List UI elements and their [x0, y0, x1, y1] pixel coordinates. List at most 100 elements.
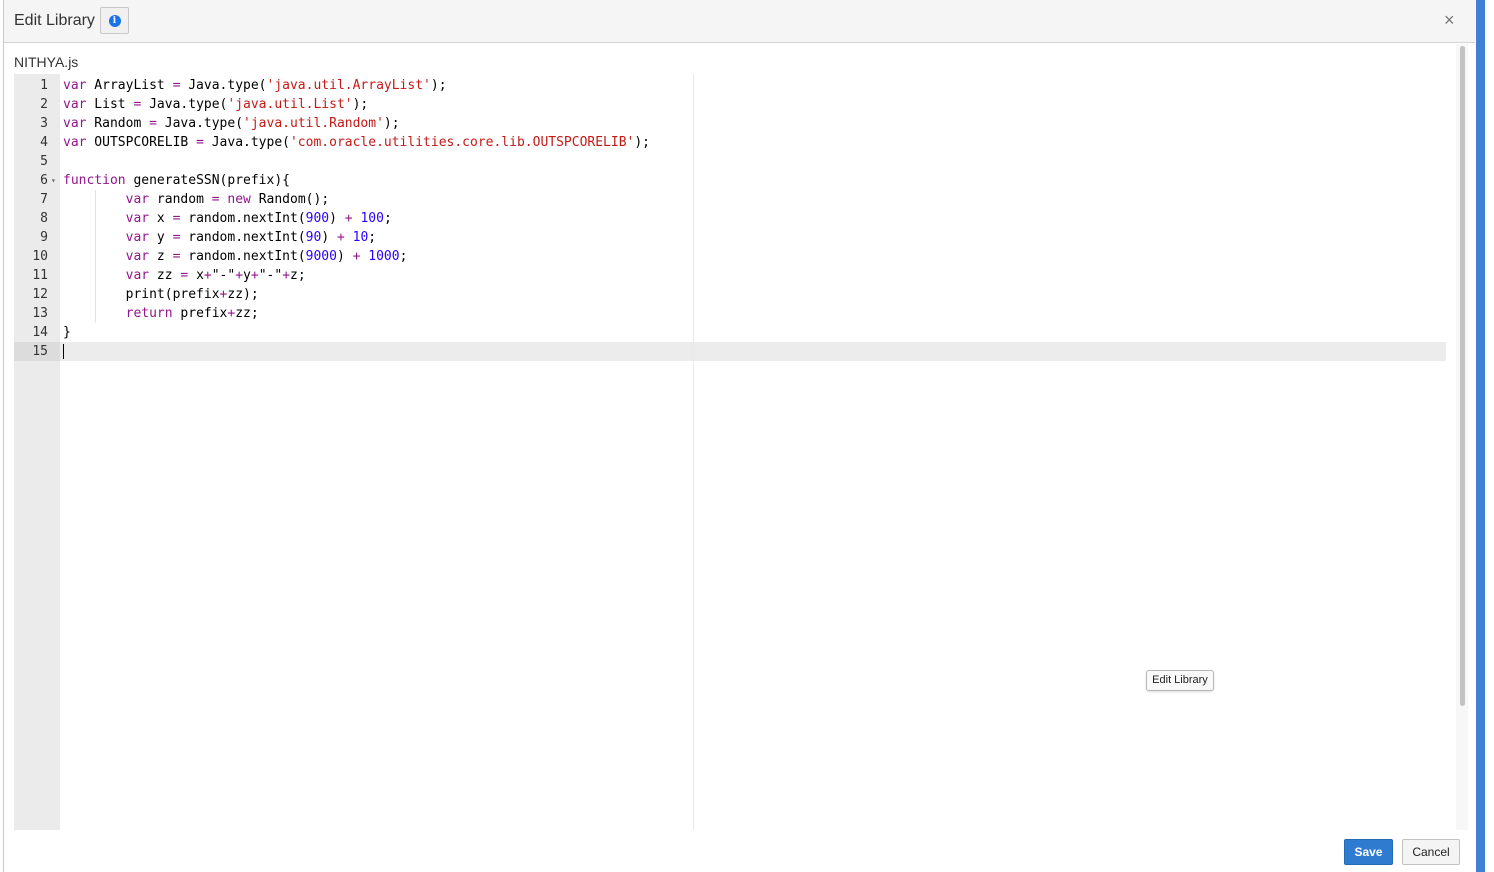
- code-token: List: [86, 97, 134, 112]
- code-line[interactable]: 3 var Random = Java.type('java.util.Rando…: [14, 114, 1446, 133]
- code-token: Java.type(: [180, 78, 267, 93]
- scrollbar-thumb[interactable]: [1460, 46, 1465, 706]
- code-token: );: [352, 97, 369, 112]
- code-token: Java.type(: [156, 116, 244, 131]
- code-line[interactable]: 4 var OUTSPCORELIB = Java.type('com.oracl…: [14, 133, 1446, 152]
- vertical-scrollbar[interactable]: [1456, 44, 1468, 830]
- line-number: 12: [32, 287, 48, 302]
- code-token: x: [149, 211, 173, 226]
- code-token: random.nextInt(: [180, 211, 306, 226]
- code-token: var: [63, 135, 87, 150]
- code-line[interactable]: 12 print(prefix+zz);: [14, 285, 1446, 304]
- code-text: var y = random.nextInt(90) + 10;: [63, 228, 376, 247]
- code-line[interactable]: 1 var ArrayList = Java.type('java.util.Ar…: [14, 76, 1446, 95]
- save-button[interactable]: Save: [1344, 839, 1393, 865]
- code-token: }: [63, 325, 71, 340]
- code-token: =: [211, 192, 220, 207]
- code-token: +: [250, 268, 259, 283]
- text-cursor: [63, 344, 64, 359]
- code-token: 'java.util.Random': [243, 116, 384, 131]
- code-line[interactable]: 8 var x = random.nextInt(900) + 100;: [14, 209, 1446, 228]
- line-number: 1: [40, 78, 48, 93]
- line-number: 2: [40, 97, 48, 112]
- code-token: Java.type(: [141, 97, 228, 112]
- code-line[interactable]: 14}: [14, 323, 1446, 342]
- line-number: 13: [32, 306, 48, 321]
- code-token: random.nextInt(: [180, 249, 306, 264]
- code-token: prefix: [172, 306, 228, 321]
- code-token: 900: [305, 211, 330, 226]
- code-token: +: [336, 230, 345, 245]
- code-token: 'com.oracle.utilities.core.lib.OUTSPCORE…: [289, 135, 635, 150]
- code-token: "-": [258, 268, 283, 283]
- code-token: print(prefix: [63, 287, 220, 302]
- code-line[interactable]: 13 return prefix+zz;: [14, 304, 1446, 323]
- edit-library-dialog: Edit Library i × NITHYA.js 1 var ArrayLis…: [3, 0, 1475, 872]
- code-text: var z = random.nextInt(9000) + 1000;: [63, 247, 408, 266]
- code-token: +: [235, 268, 244, 283]
- code-text: print(prefix+zz);: [63, 285, 259, 304]
- code-text: }: [63, 323, 71, 342]
- code-token: );: [634, 135, 651, 150]
- code-token: new: [227, 192, 251, 207]
- code-token: Java.type(: [203, 135, 290, 150]
- code-token: ): [329, 211, 345, 226]
- code-line[interactable]: 7 var random = new Random();: [14, 190, 1446, 209]
- code-token: var: [125, 211, 150, 226]
- code-token: ;: [383, 211, 392, 226]
- code-token: z: [149, 249, 173, 264]
- tooltip: Edit Library: [1146, 670, 1214, 691]
- code-editor[interactable]: 1 var ArrayList = Java.type('java.util.Ar…: [14, 74, 1446, 830]
- code-token: var: [125, 192, 150, 207]
- code-line[interactable]: 11 var zz = x+"-"+y+"-"+z;: [14, 266, 1446, 285]
- code-token: y: [149, 230, 173, 245]
- code-token: 'java.util.ArrayList': [266, 78, 431, 93]
- code-token: return: [125, 306, 173, 321]
- file-name-label: NITHYA.js: [14, 54, 79, 70]
- info-button[interactable]: i: [100, 7, 129, 34]
- code-token: =: [196, 135, 204, 150]
- line-number: 7: [40, 192, 48, 207]
- code-token: ;: [368, 230, 377, 245]
- line-number: 9: [40, 230, 48, 245]
- code-token: OUTSPCORELIB: [86, 135, 197, 150]
- code-token: );: [430, 78, 447, 93]
- code-token: y: [243, 268, 251, 283]
- code-line[interactable]: 6 ▾ function generateSSN(prefix){: [14, 171, 1446, 190]
- code-line[interactable]: 15: [14, 342, 1446, 361]
- code-token: 10: [352, 230, 369, 245]
- code-token: +: [344, 211, 353, 226]
- code-line[interactable]: 2 var List = Java.type('java.util.List');: [14, 95, 1446, 114]
- code-token: zz;: [235, 306, 259, 321]
- code-token: ): [336, 249, 353, 264]
- code-token: var: [63, 97, 87, 112]
- code-line[interactable]: 9 var y = random.nextInt(90) + 10;: [14, 228, 1446, 247]
- close-icon[interactable]: ×: [1444, 11, 1455, 29]
- code-text: var ArrayList = Java.type('java.util.Arr…: [63, 76, 447, 95]
- code-token: 100: [360, 211, 384, 226]
- code-token: 1000: [368, 249, 400, 264]
- code-token: =: [149, 116, 157, 131]
- code-text: var x = random.nextInt(900) + 100;: [63, 209, 392, 228]
- line-number: 3: [40, 116, 48, 131]
- dialog-titlebar: Edit Library i ×: [4, 0, 1475, 43]
- line-number: 10: [32, 249, 48, 264]
- code-text: var random = new Random();: [63, 190, 330, 209]
- cancel-button[interactable]: Cancel: [1402, 839, 1460, 865]
- line-number: 4: [40, 135, 48, 150]
- code-text: var zz = x+"-"+y+"-"+z;: [63, 266, 306, 285]
- fold-toggle-icon[interactable]: ▾: [51, 171, 56, 190]
- code-token: +: [282, 268, 291, 283]
- code-line[interactable]: 10 var z = random.nextInt(9000) + 1000;: [14, 247, 1446, 266]
- code-token: x: [188, 268, 204, 283]
- code-line[interactable]: 5: [14, 152, 1446, 171]
- code-token: var: [63, 78, 87, 93]
- line-number: 11: [32, 268, 48, 283]
- code-token: var: [125, 230, 150, 245]
- code-token: var: [125, 268, 150, 283]
